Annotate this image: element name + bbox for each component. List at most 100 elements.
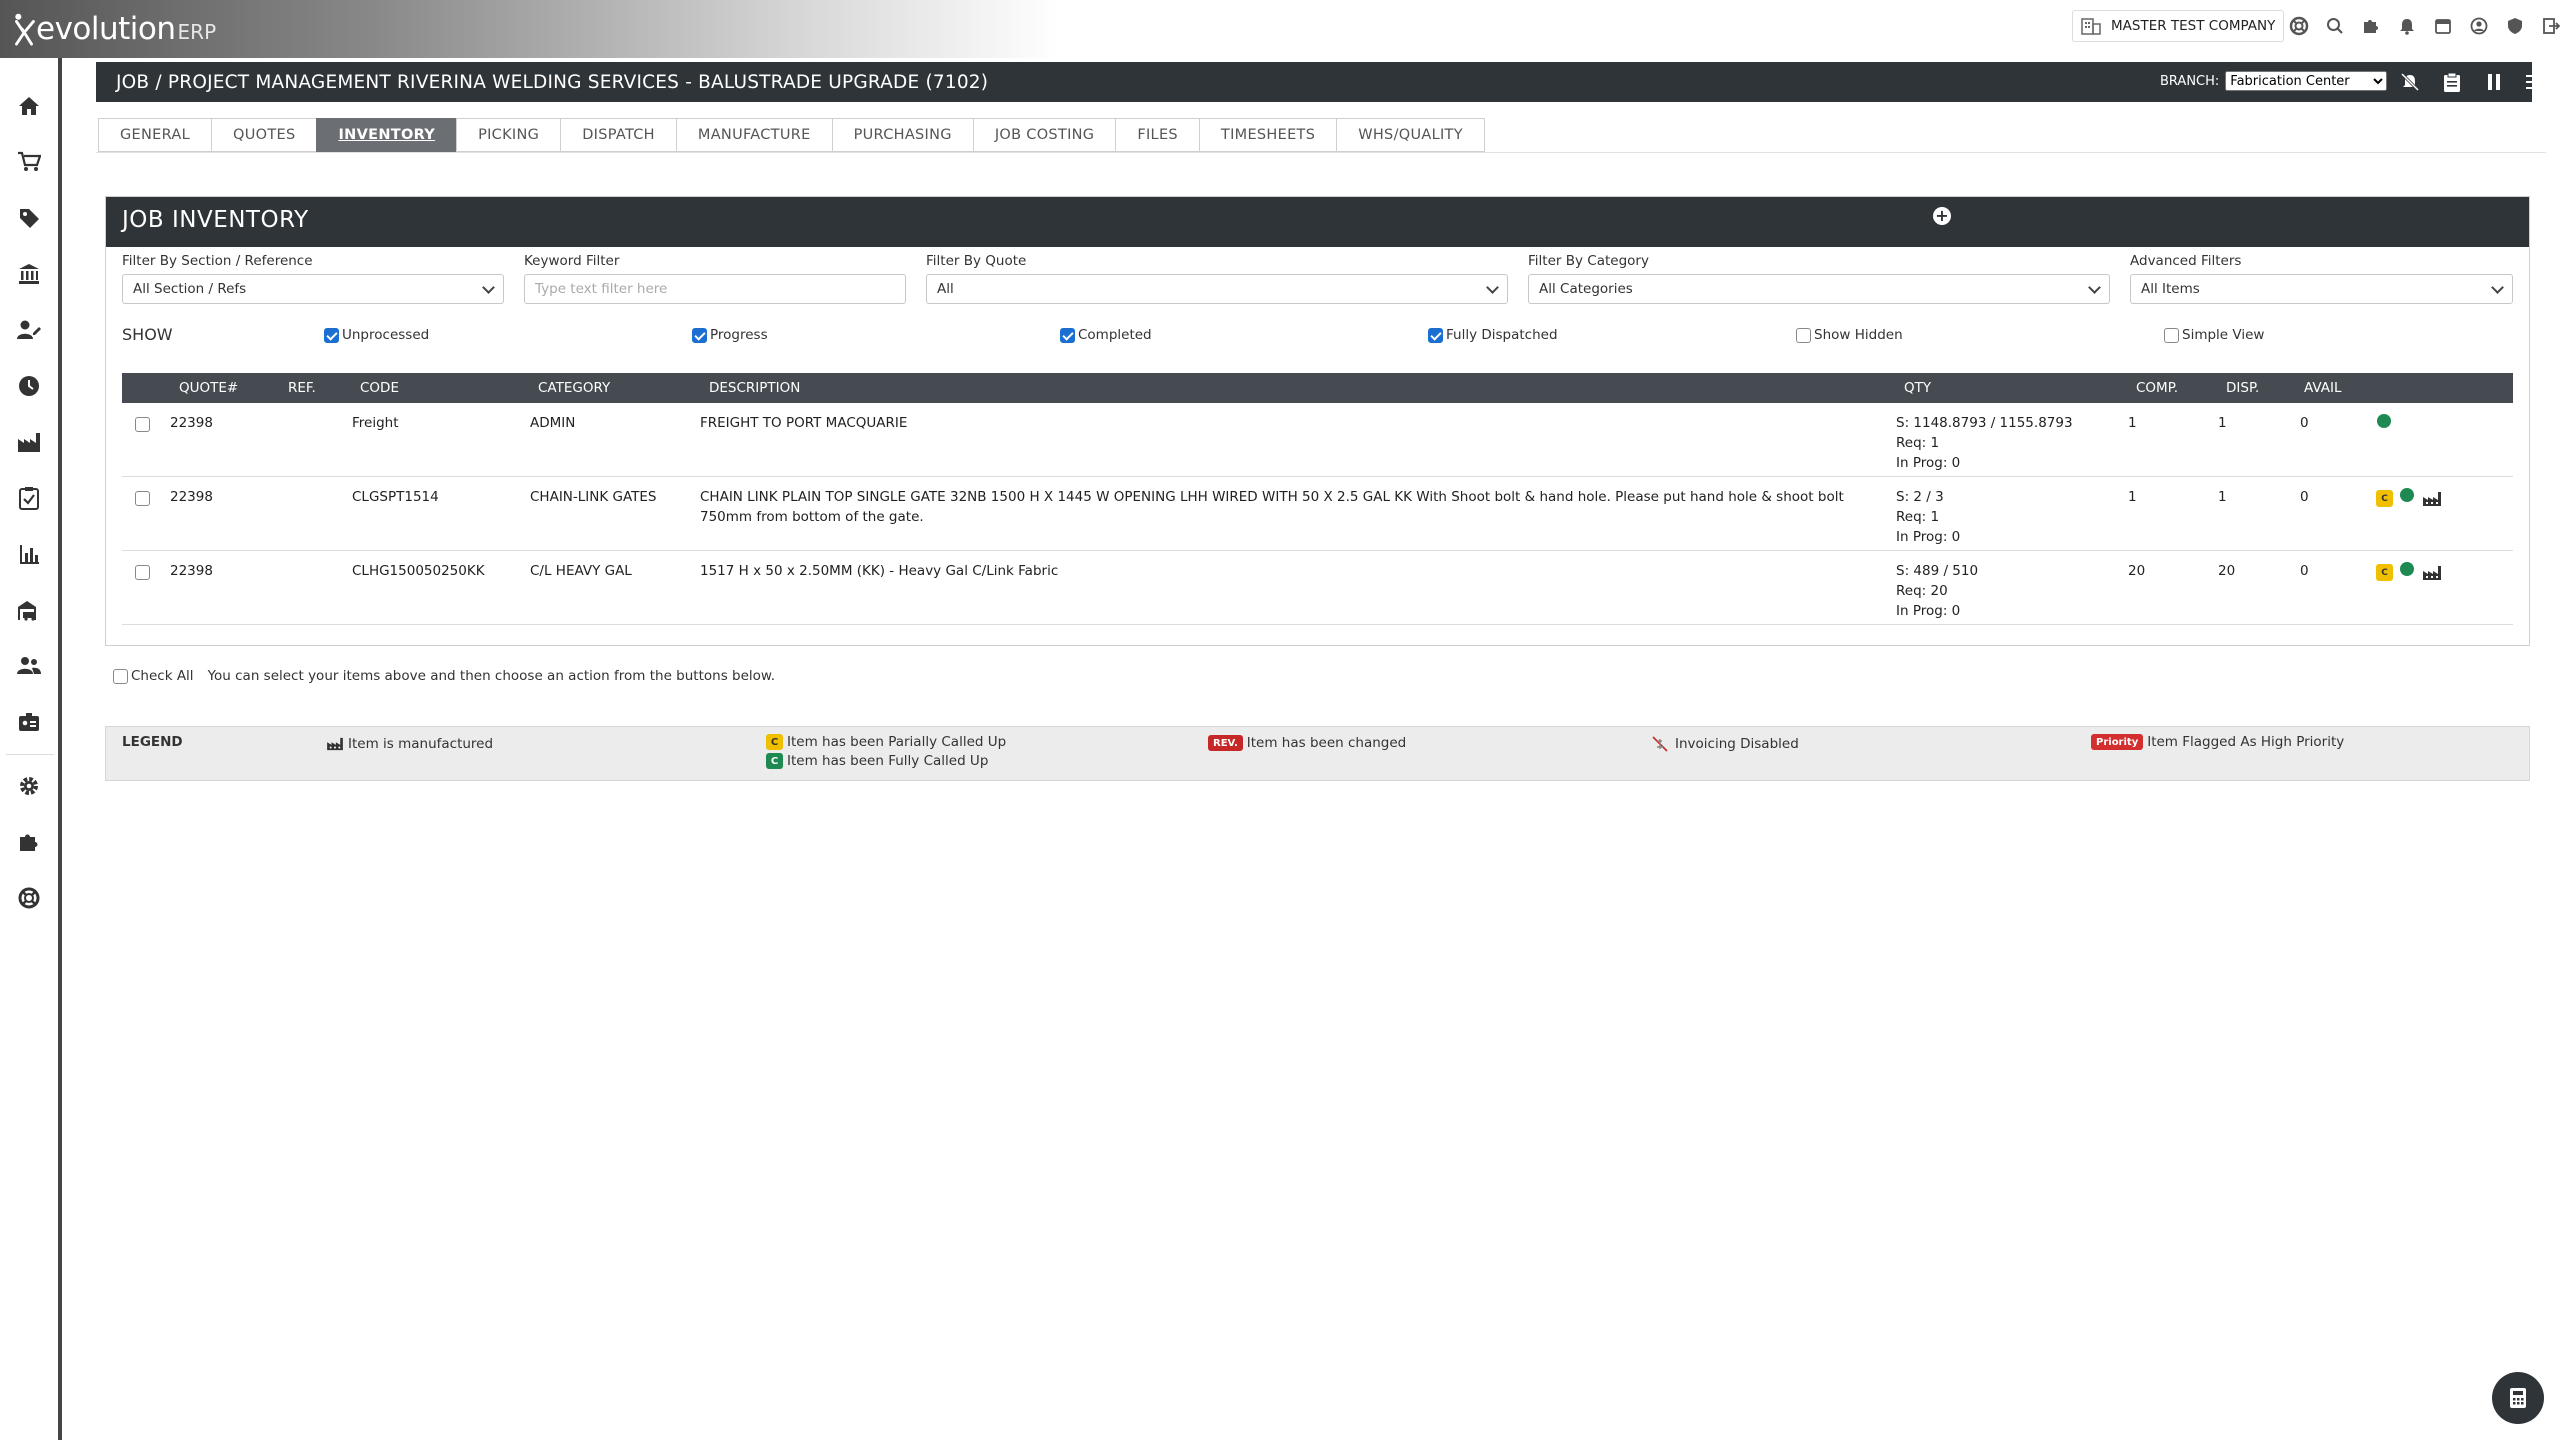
search-icon[interactable] (2322, 14, 2348, 38)
checkbox-label: Show Hidden (1814, 327, 1903, 343)
col-code[interactable]: CODE (360, 380, 399, 396)
row-checkbox[interactable] (135, 491, 150, 506)
col-comp[interactable]: COMP. (2136, 380, 2178, 396)
tab-whs-quality[interactable]: WHS/QUALITY (1336, 118, 1485, 152)
col-avail[interactable]: AVAIL (2304, 380, 2341, 396)
check-all-label[interactable]: Check All (131, 668, 194, 684)
show-completed-checkbox[interactable]: Completed (1060, 327, 1152, 343)
tab-dispatch[interactable]: DISPATCH (560, 118, 677, 152)
legend-text: Item has been changed (1246, 735, 1407, 751)
cell-code: Freight (352, 415, 399, 431)
checkbox-checked[interactable] (692, 327, 707, 343)
chevron-down-icon (1486, 280, 1499, 294)
show-unprocessed-checkbox[interactable]: Unprocessed (324, 327, 429, 343)
show-hidden-checkbox[interactable]: Show Hidden (1796, 327, 1903, 343)
tab-manufacture[interactable]: MANUFACTURE (675, 118, 833, 152)
sidebar-item-hr[interactable] (0, 702, 58, 742)
job-inventory-panel: JOB INVENTORY + Filter By Section / Refe… (105, 196, 2530, 646)
sidebar-item-finance[interactable] (0, 254, 58, 294)
col-ref[interactable]: REF. (288, 380, 316, 396)
tab-job-costing[interactable]: JOB COSTING (972, 118, 1117, 152)
add-item-button[interactable]: + (1933, 207, 1951, 225)
check-all-checkbox[interactable] (113, 668, 128, 684)
manufactured-icon[interactable] (2422, 491, 2442, 507)
logo-word: evolution (36, 11, 176, 47)
sidebar-divider (6, 754, 54, 755)
tab-quotes[interactable]: QUOTES (211, 118, 318, 152)
sidebar-item-tasks[interactable] (0, 478, 58, 518)
tab-purchasing[interactable]: PURCHASING (831, 118, 974, 152)
sidebar-item-extensions[interactable] (0, 822, 58, 862)
checkbox-checked[interactable] (324, 327, 339, 343)
section-select[interactable]: All Section / Refs (122, 274, 504, 304)
simple-view-checkbox[interactable]: Simple View (2164, 327, 2264, 343)
tab-files[interactable]: FILES (1115, 118, 1200, 152)
quote-select[interactable]: All (926, 274, 1508, 304)
sidebar-item-support[interactable] (0, 878, 58, 918)
sidebar-item-settings[interactable] (0, 766, 58, 806)
advanced-select[interactable]: All Items (2130, 274, 2513, 304)
sidebar-item-pricing[interactable] (0, 198, 58, 238)
col-description[interactable]: DESCRIPTION (709, 380, 800, 396)
sidebar-item-manufacturing[interactable] (0, 422, 58, 462)
clipboard-icon[interactable] (2440, 70, 2464, 94)
legend-item-changed: REV. Item has been changed (1208, 735, 1406, 751)
cell-qty: S: 1148.8793 / 1155.8793 Req: 1 In Prog:… (1896, 413, 2073, 473)
calculator-button[interactable] (2492, 1372, 2544, 1424)
col-disp[interactable]: DISP. (2226, 380, 2259, 396)
cell-avail: 0 (2300, 489, 2309, 505)
sidebar-item-employees[interactable] (0, 646, 58, 686)
company-selector[interactable]: MASTER TEST COMPANY (2072, 10, 2285, 42)
user-circle-icon[interactable] (2466, 14, 2492, 38)
branch-select[interactable]: Fabrication Center (2225, 71, 2388, 91)
calendar-icon[interactable] (2430, 14, 2456, 38)
checkbox-checked[interactable] (1428, 327, 1443, 343)
menu-lines-icon[interactable] (2524, 70, 2548, 94)
manufactured-icon[interactable] (2422, 565, 2442, 581)
row-checkbox[interactable] (135, 417, 150, 432)
table-row[interactable]: 22398 CLHG150050250KK C/L HEAVY GAL 1517… (122, 551, 2513, 625)
logout-icon[interactable] (2538, 14, 2560, 38)
cell-quote: 22398 (170, 489, 213, 505)
col-category[interactable]: CATEGORY (538, 380, 610, 396)
col-qty[interactable]: QTY (1904, 380, 1931, 396)
pause-icon[interactable] (2482, 70, 2506, 94)
keyword-input[interactable]: Type text filter here (524, 274, 906, 304)
qty-in-progress: In Prog: 0 (1896, 603, 1961, 619)
show-progress-checkbox[interactable]: Progress (692, 327, 768, 343)
table-row[interactable]: 22398 Freight ADMIN FREIGHT TO PORT MACQ… (122, 403, 2513, 477)
id-card-icon (19, 713, 39, 731)
tab-picking[interactable]: PICKING (456, 118, 562, 152)
tab-general[interactable]: GENERAL (98, 118, 212, 152)
checkbox-unchecked[interactable] (1796, 327, 1811, 343)
sidebar-item-sales[interactable] (0, 142, 58, 182)
bell-icon[interactable] (2394, 14, 2420, 38)
cell-disp: 20 (2218, 563, 2236, 579)
show-fully-dispatched-checkbox[interactable]: Fully Dispatched (1428, 327, 1558, 343)
sidebar-item-timesheets[interactable] (0, 366, 58, 406)
filter-quote-label: Filter By Quote (926, 253, 1027, 269)
sidebar-item-crm[interactable] (0, 310, 58, 350)
cell-qty: S: 489 / 510 Req: 20 In Prog: 0 (1896, 561, 1978, 621)
col-quote[interactable]: QUOTE# (179, 380, 238, 396)
checkbox-checked[interactable] (1060, 327, 1075, 343)
row-checkbox[interactable] (135, 565, 150, 580)
lifebuoy-icon[interactable] (2286, 14, 2312, 38)
sidebar-item-reports[interactable] (0, 534, 58, 574)
factory-icon (18, 433, 40, 452)
sidebar-item-home[interactable] (0, 86, 58, 126)
table-row[interactable]: 22398 CLGSPT1514 CHAIN-LINK GATES CHAIN … (122, 477, 2513, 551)
shield-icon[interactable] (2502, 14, 2528, 38)
puzzle-icon[interactable] (2358, 14, 2384, 38)
logo-figure-icon (15, 13, 35, 46)
status-dot-icon (2377, 414, 2391, 428)
tab-timesheets[interactable]: TIMESHEETS (1198, 118, 1338, 152)
bank-icon (19, 264, 39, 284)
bell-slash-icon[interactable] (2398, 70, 2422, 94)
tab-inventory[interactable]: INVENTORY (316, 118, 458, 152)
cell-code: CLHG150050250KK (352, 563, 485, 579)
app-logo[interactable]: evolution ERP (12, 8, 216, 50)
category-select[interactable]: All Categories (1528, 274, 2110, 304)
checkbox-unchecked[interactable] (2164, 327, 2179, 343)
sidebar-item-logistics[interactable] (0, 590, 58, 630)
